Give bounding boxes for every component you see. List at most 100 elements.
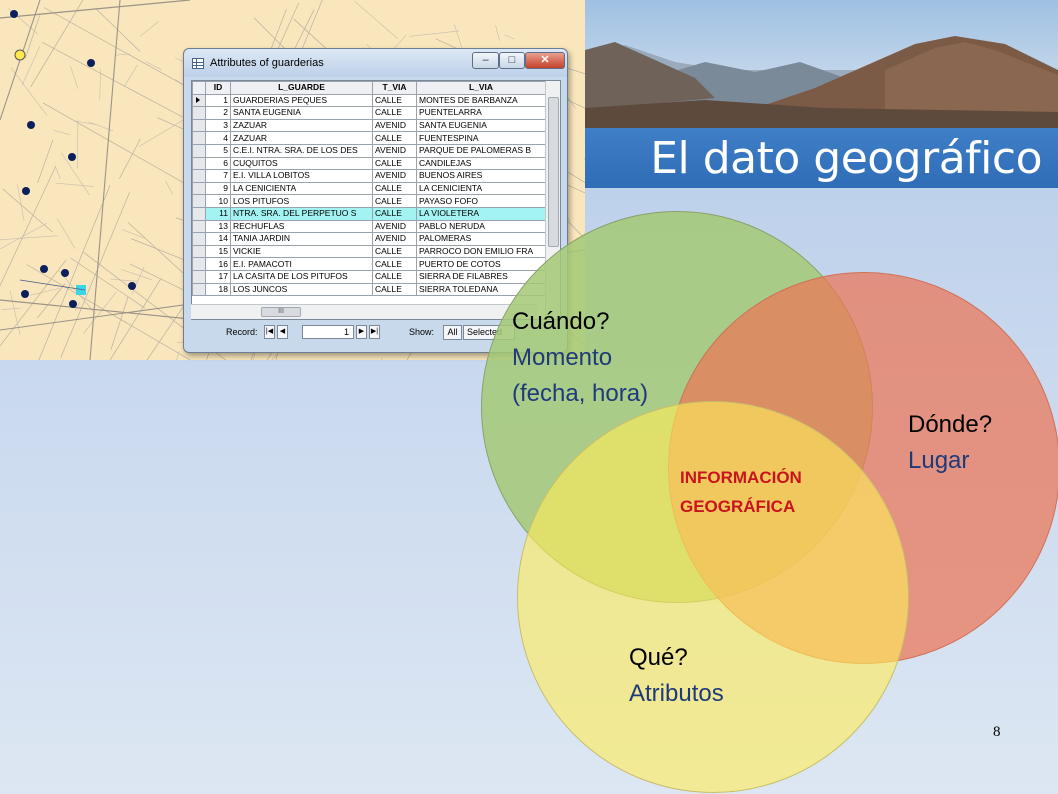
map-feature-point[interactable]	[40, 265, 48, 273]
map-feature-point[interactable]	[128, 282, 136, 290]
row-selector[interactable]	[192, 156, 206, 171]
cell-l-guarde[interactable]: ZAZUAR	[230, 118, 373, 133]
cell-id[interactable]: 16	[205, 257, 231, 271]
previous-record-button[interactable]: ◀	[277, 325, 288, 339]
map-feature-point[interactable]	[69, 300, 77, 308]
cell-l-via[interactable]: PARROCO DON EMILIO FRA	[416, 244, 546, 259]
map-feature-point[interactable]	[87, 59, 95, 67]
map-feature-point[interactable]	[27, 121, 35, 129]
cell-id[interactable]: 5	[205, 143, 231, 158]
table-row[interactable]: 18 LOS JUNCOS CALLE SIERRA TOLEDANA	[192, 282, 546, 297]
row-selector-header[interactable]	[192, 81, 206, 95]
row-selector[interactable]	[192, 181, 206, 196]
table-row[interactable]: 14 TANIA JARDIN AVENID PALOMERAS	[192, 232, 546, 246]
column-header-l-via[interactable]: L_VIA	[416, 81, 546, 95]
row-selector[interactable]	[192, 169, 206, 183]
cell-l-guarde[interactable]: C.E.I. NTRA. SRA. DE LOS DES	[230, 143, 373, 158]
cell-l-guarde[interactable]: VICKIE	[230, 244, 373, 259]
table-row[interactable]: 7 E.I. VILLA LOBITOS AVENID BUENOS AIRES	[192, 169, 546, 183]
first-record-button[interactable]: |◀	[264, 325, 275, 339]
cell-l-via[interactable]: LA VIOLETERA	[416, 206, 546, 221]
minimize-button[interactable]: –	[472, 52, 499, 69]
cell-id[interactable]: 11	[205, 206, 231, 221]
cell-id[interactable]: 7	[205, 169, 231, 183]
close-button[interactable]: ✕	[525, 52, 565, 69]
cell-l-guarde[interactable]: NTRA. SRA. DEL PERPETUO S	[230, 206, 373, 221]
cell-t-via[interactable]: CALLE	[372, 93, 417, 108]
map-feature-point[interactable]	[21, 290, 29, 298]
cell-id[interactable]: 6	[205, 156, 231, 171]
cell-l-guarde[interactable]: GUARDERIAS PEQUES	[230, 93, 373, 108]
cell-l-guarde[interactable]: RECHUFLAS	[230, 219, 373, 234]
vertical-scroll-thumb[interactable]	[548, 97, 559, 247]
row-selector[interactable]	[192, 143, 206, 158]
map-feature-point[interactable]	[68, 153, 76, 161]
map-feature-point[interactable]	[22, 187, 30, 195]
cell-t-via[interactable]: AVENID	[372, 219, 417, 234]
cell-id[interactable]: 2	[205, 106, 231, 120]
cell-id[interactable]: 17	[205, 269, 231, 284]
table-row[interactable]: 13 RECHUFLAS AVENID PABLO NERUDA	[192, 219, 546, 234]
cell-t-via[interactable]: CALLE	[372, 131, 417, 145]
cell-l-via[interactable]: PABLO NERUDA	[416, 219, 546, 234]
cell-t-via[interactable]: AVENID	[372, 118, 417, 133]
cell-l-guarde[interactable]: SANTA EUGENIA	[230, 106, 373, 120]
horizontal-scrollbar[interactable]: III	[191, 304, 537, 319]
next-record-button[interactable]: ▶	[356, 325, 367, 339]
row-selector[interactable]	[192, 106, 206, 120]
cell-t-via[interactable]: CALLE	[372, 106, 417, 120]
cell-t-via[interactable]: CALLE	[372, 269, 417, 284]
column-header-t-via[interactable]: T_VIA	[372, 81, 417, 95]
cell-l-via[interactable]: BUENOS AIRES	[416, 169, 546, 183]
cell-l-guarde[interactable]: LOS PITUFOS	[230, 194, 373, 208]
row-selector[interactable]	[192, 269, 206, 284]
cell-id[interactable]: 9	[205, 181, 231, 196]
attribute-table-area[interactable]: ID L_GUARDE T_VIA L_VIA 1 GUARDERIAS PEQU…	[191, 80, 561, 320]
cell-l-via[interactable]: PUENTELARRA	[416, 106, 546, 120]
maximize-button[interactable]: □	[499, 52, 525, 69]
cell-t-via[interactable]: CALLE	[372, 244, 417, 259]
cell-l-via[interactable]: CANDILEJAS	[416, 156, 546, 171]
cell-l-guarde[interactable]: CUQUITOS	[230, 156, 373, 171]
cell-l-via[interactable]: PAYASO FOFO	[416, 194, 546, 208]
table-row[interactable]: 10 LOS PITUFOS CALLE PAYASO FOFO	[192, 194, 546, 208]
table-row[interactable]: 2 SANTA EUGENIA CALLE PUENTELARRA	[192, 106, 546, 120]
table-row[interactable]: 4 ZAZUAR CALLE FUENTESPINA	[192, 131, 546, 145]
row-selector[interactable]	[192, 232, 206, 246]
cell-l-via[interactable]: PARQUE DE PALOMERAS B	[416, 143, 546, 158]
cell-l-via[interactable]: LA CENICIENTA	[416, 181, 546, 196]
window-titlebar[interactable]: Attributes of guarderias – □ ✕	[184, 49, 567, 77]
table-row[interactable]: 17 LA CASITA DE LOS PITUFOS CALLE SIERRA DE…	[192, 269, 546, 284]
cell-id[interactable]: 15	[205, 244, 231, 259]
cell-id[interactable]: 14	[205, 232, 231, 246]
cell-l-via[interactable]: MONTES DE BARBANZA	[416, 93, 546, 108]
table-row[interactable]: 11 NTRA. SRA. DEL PERPETUO S CALLE LA VIOLE…	[192, 206, 546, 221]
last-record-button[interactable]: ▶|	[369, 325, 380, 339]
map-feature-point[interactable]	[61, 269, 69, 277]
cell-t-via[interactable]: AVENID	[372, 232, 417, 246]
show-all-button[interactable]: All	[443, 325, 462, 340]
horizontal-scroll-thumb[interactable]: III	[261, 307, 301, 317]
column-header-id[interactable]: ID	[205, 81, 231, 95]
cell-id[interactable]: 3	[205, 118, 231, 133]
row-selector[interactable]	[192, 282, 206, 297]
cell-t-via[interactable]: CALLE	[372, 156, 417, 171]
row-selector[interactable]	[192, 194, 206, 208]
map-highlight-point[interactable]	[14, 49, 26, 61]
cell-l-guarde[interactable]: ZAZUAR	[230, 131, 373, 145]
table-row[interactable]: 3 ZAZUAR AVENID SANTA EUGENIA	[192, 118, 546, 133]
row-selector[interactable]	[192, 131, 206, 145]
map-feature-point[interactable]	[10, 10, 18, 18]
cell-l-via[interactable]: PUERTO DE COTOS	[416, 257, 546, 271]
cell-t-via[interactable]: AVENID	[372, 169, 417, 183]
table-row[interactable]: 9 LA CENICIENTA CALLE LA CENICIENTA	[192, 181, 546, 196]
cell-id[interactable]: 4	[205, 131, 231, 145]
cell-l-via[interactable]: FUENTESPINA	[416, 131, 546, 145]
table-row[interactable]: 16 E.I. PAMACOTI CALLE PUERTO DE COTOS	[192, 257, 546, 271]
cell-l-guarde[interactable]: LA CASITA DE LOS PITUFOS	[230, 269, 373, 284]
table-row[interactable]: 5 C.E.I. NTRA. SRA. DE LOS DES AVENID PARQU…	[192, 143, 546, 158]
column-header-l-guarde[interactable]: L_GUARDE	[230, 81, 373, 95]
table-row[interactable]: 6 CUQUITOS CALLE CANDILEJAS	[192, 156, 546, 171]
cell-t-via[interactable]: CALLE	[372, 206, 417, 221]
cell-l-guarde[interactable]: E.I. VILLA LOBITOS	[230, 169, 373, 183]
